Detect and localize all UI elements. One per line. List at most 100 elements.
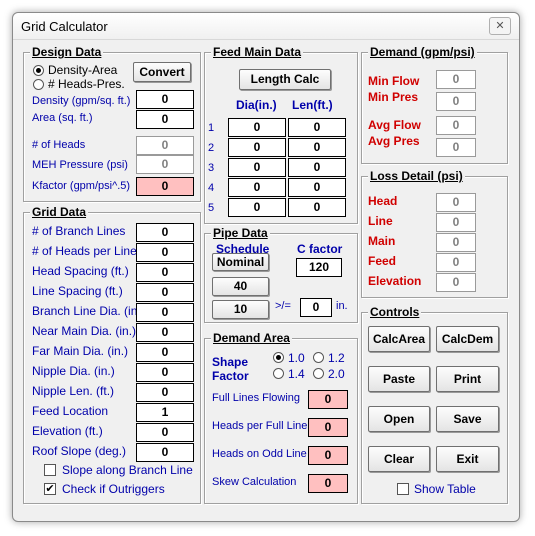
feed-dia-field[interactable]: 0: [228, 198, 286, 217]
grid-row-field[interactable]: 0: [136, 223, 194, 242]
feed-dia-field[interactable]: 0: [228, 138, 286, 157]
close-icon[interactable]: ✕: [489, 17, 511, 35]
density-area-label: Density-Area: [48, 63, 118, 77]
demand-title: Demand (gpm/psi): [368, 45, 477, 59]
feed-row-number: 4: [208, 182, 215, 194]
avg-pres-field[interactable]: 0: [436, 138, 476, 157]
shape-label: Shape: [212, 355, 249, 369]
demand-area-title: Demand Area: [211, 331, 292, 345]
shape-1-4-label: 1.4: [288, 367, 305, 381]
feed-len-field[interactable]: 0: [288, 178, 346, 197]
length-calc-button[interactable]: Length Calc: [239, 69, 331, 90]
feed-len-field[interactable]: 0: [288, 158, 346, 177]
grid-row-field[interactable]: 0: [136, 363, 194, 382]
loss-row-label: Feed: [368, 254, 397, 268]
grid-row-field[interactable]: 1: [136, 403, 194, 422]
area-field[interactable]: 0: [136, 110, 194, 129]
min-pres-label: Min Pres: [368, 90, 419, 104]
grid-row-label: # of Heads per Line: [32, 244, 137, 258]
show-table-checkbox[interactable]: [397, 483, 409, 495]
dia-header: Dia(in.): [236, 98, 277, 112]
density-field[interactable]: 0: [136, 90, 194, 109]
outrigger-label: Check if Outriggers: [62, 482, 165, 496]
feed-dia-field[interactable]: 0: [228, 118, 286, 137]
inch-label: in.: [336, 300, 348, 312]
heads-odd-field[interactable]: 0: [308, 446, 348, 465]
pipe-data-title: Pipe Data: [211, 226, 270, 240]
grid-row-field[interactable]: 0: [136, 303, 194, 322]
loss-row-field[interactable]: 0: [436, 193, 476, 212]
heads-field[interactable]: 0: [136, 136, 194, 155]
heads-odd-label: Heads on Odd Line: [212, 448, 307, 460]
schedule-10-button[interactable]: 10: [212, 300, 269, 319]
loss-row-field[interactable]: 0: [436, 213, 476, 232]
paste-button[interactable]: Paste: [368, 366, 430, 392]
len-header: Len(ft.): [292, 98, 333, 112]
kfactor-field[interactable]: 0: [136, 177, 194, 196]
calc-area-button[interactable]: CalcArea: [368, 326, 430, 352]
min-flow-field[interactable]: 0: [436, 70, 476, 89]
heads-per-label: Heads per Full Line: [212, 420, 308, 432]
loss-row-field[interactable]: 0: [436, 253, 476, 272]
outrigger-checkbox[interactable]: ✔: [44, 483, 56, 495]
shape-1-0-radio[interactable]: [273, 352, 284, 363]
grid-row-field[interactable]: 0: [136, 323, 194, 342]
feed-len-field[interactable]: 0: [288, 138, 346, 157]
avg-flow-field[interactable]: 0: [436, 116, 476, 135]
grid-row-field[interactable]: 0: [136, 443, 194, 462]
heads-per-field[interactable]: 0: [308, 418, 348, 437]
print-button[interactable]: Print: [436, 366, 499, 392]
slope-checkbox[interactable]: [44, 464, 56, 476]
loss-row-field[interactable]: 0: [436, 273, 476, 292]
grid-row-field[interactable]: 0: [136, 343, 194, 362]
loss-row-label: Main: [368, 234, 396, 248]
min-pres-field[interactable]: 0: [436, 92, 476, 111]
save-button[interactable]: Save: [436, 406, 499, 432]
feed-row-number: 1: [208, 122, 215, 134]
grid-row-field[interactable]: 0: [136, 263, 194, 282]
shape-1-2-label: 1.2: [328, 351, 345, 365]
heads-label: # of Heads: [32, 139, 86, 151]
grid-row-field[interactable]: 0: [136, 243, 194, 262]
heads-pres-label: # Heads-Pres.: [48, 77, 125, 91]
shape-1-2-radio[interactable]: [313, 352, 324, 363]
heads-pres-radio[interactable]: [33, 79, 44, 90]
loss-row-label: Line: [368, 214, 393, 228]
feed-len-field[interactable]: 0: [288, 118, 346, 137]
grid-row-field[interactable]: 0: [136, 383, 194, 402]
calc-dem-button[interactable]: CalcDem: [436, 326, 499, 352]
min-dia-field[interactable]: 0: [300, 298, 332, 317]
exit-button[interactable]: Exit: [436, 446, 499, 472]
shape-1-4-radio[interactable]: [273, 368, 284, 379]
density-area-radio[interactable]: [33, 65, 44, 76]
grid-row-label: # of Branch Lines: [32, 224, 126, 238]
grid-row-label: Near Main Dia. (in.): [32, 324, 137, 338]
clear-button[interactable]: Clear: [368, 446, 430, 472]
feed-len-field[interactable]: 0: [288, 198, 346, 217]
skew-field[interactable]: 0: [308, 474, 348, 493]
design-data-title: Design Data: [30, 45, 104, 59]
kfactor-label: Kfactor (gpm/psi^.5): [32, 180, 131, 192]
meh-field[interactable]: 0: [136, 155, 194, 174]
shape-1-0-label: 1.0: [288, 351, 305, 365]
grid-row-label: Line Spacing (ft.): [32, 284, 123, 298]
cfactor-field[interactable]: 120: [296, 258, 342, 277]
feed-dia-field[interactable]: 0: [228, 158, 286, 177]
window-title: Grid Calculator: [21, 19, 108, 34]
feed-row-number: 2: [208, 142, 215, 154]
grid-row-field[interactable]: 0: [136, 283, 194, 302]
grid-row-label: Elevation (ft.): [32, 424, 103, 438]
shape-2-0-radio[interactable]: [313, 368, 324, 379]
nominal-button[interactable]: Nominal: [212, 253, 269, 271]
grid-data-title: Grid Data: [30, 205, 89, 219]
loss-row-field[interactable]: 0: [436, 233, 476, 252]
full-lines-field[interactable]: 0: [308, 390, 348, 409]
loss-row-label: Elevation: [368, 274, 422, 288]
grid-row-label: Roof Slope (deg.): [32, 444, 127, 458]
grid-row-field[interactable]: 0: [136, 423, 194, 442]
open-button[interactable]: Open: [368, 406, 430, 432]
convert-button[interactable]: Convert: [133, 62, 191, 82]
schedule-40-button[interactable]: 40: [212, 277, 269, 296]
feed-dia-field[interactable]: 0: [228, 178, 286, 197]
avg-flow-label: Avg Flow: [368, 118, 421, 132]
